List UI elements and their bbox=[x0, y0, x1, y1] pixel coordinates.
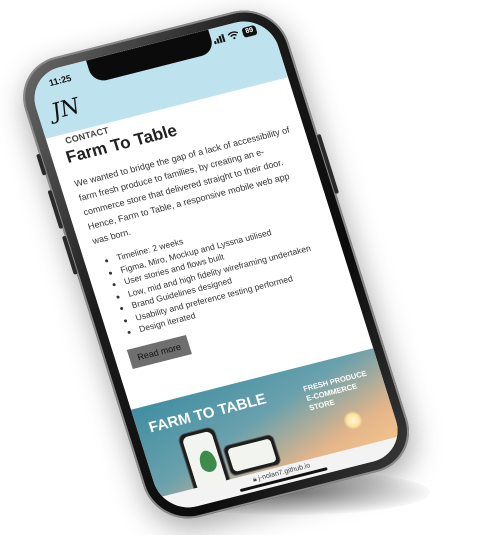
iphone-mockup: 11:25 89 JN CONTACT Farm To Table We wan… bbox=[12, 1, 421, 528]
produce-icon bbox=[196, 448, 219, 474]
status-time: 11:25 bbox=[47, 72, 73, 89]
wifi-icon bbox=[227, 31, 239, 40]
status-icons: 89 bbox=[212, 24, 258, 45]
read-more-button[interactable]: Read more bbox=[126, 334, 192, 369]
sun-graphic bbox=[341, 409, 365, 432]
banner-subtitle: FRESH PRODUCE E-COMMERCE STORE bbox=[302, 369, 374, 414]
battery-icon: 89 bbox=[241, 24, 258, 38]
signal-icon bbox=[213, 33, 226, 45]
